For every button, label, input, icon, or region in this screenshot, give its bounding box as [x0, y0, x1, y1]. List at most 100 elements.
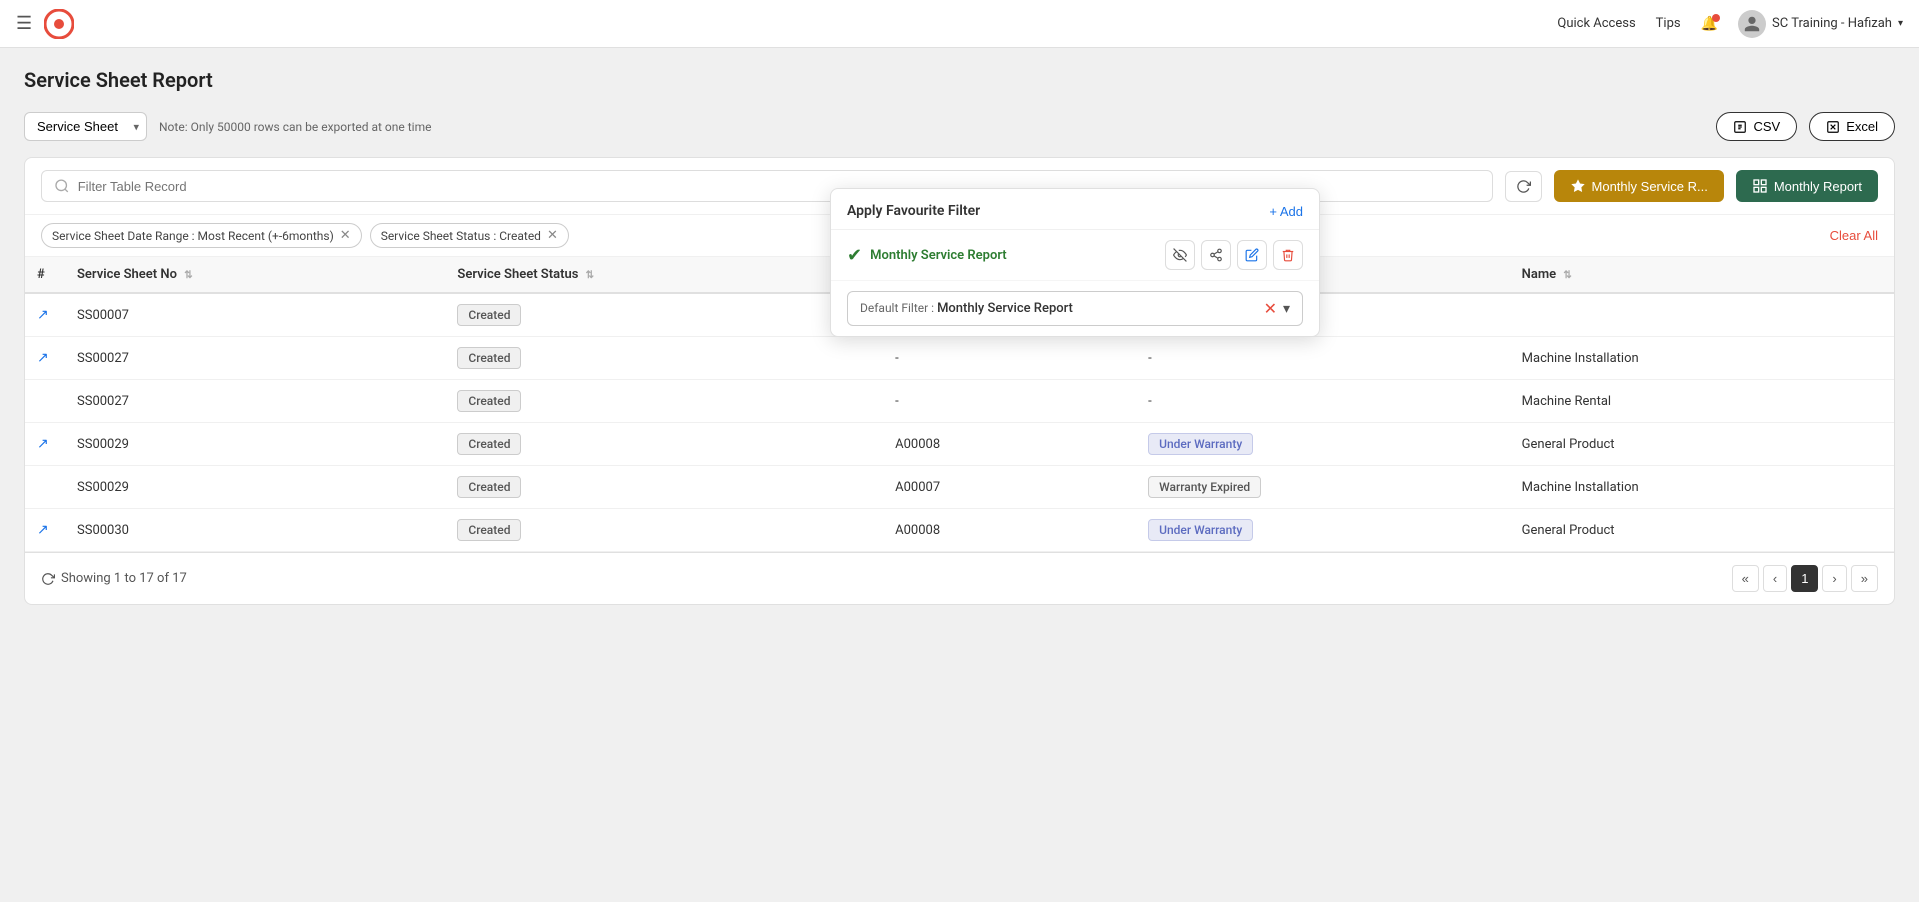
external-link-icon[interactable]: ↗ [37, 436, 49, 452]
row-status: Created [445, 509, 883, 552]
row-name: General Product [1510, 423, 1894, 466]
warranty-badge: Under Warranty [1148, 433, 1253, 455]
sort-status-icon[interactable]: ⇅ [586, 270, 594, 281]
prev-page-button[interactable]: ‹ [1763, 565, 1787, 592]
col-hash: # [25, 257, 65, 293]
table-footer: Showing 1 to 17 of 17 « ‹ 1 › » [25, 552, 1894, 604]
page-1-button[interactable]: 1 [1791, 565, 1818, 592]
note-text: Note: Only 50000 rows can be exported at… [159, 120, 1704, 134]
fav-popup-header: Apply Favourite Filter + Add [831, 189, 1319, 230]
default-filter-chevron-icon[interactable]: ▾ [1283, 301, 1290, 317]
row-warranty: - [1136, 380, 1510, 423]
external-link-icon[interactable]: ↗ [37, 350, 49, 366]
next-page-button[interactable]: › [1822, 565, 1846, 592]
row-status: Created [445, 337, 883, 380]
check-icon: ✔ [847, 245, 862, 266]
row-sheet-no: SS00029 [65, 466, 445, 509]
filter-status-remove[interactable]: ✕ [547, 228, 558, 243]
refresh-button[interactable] [1505, 171, 1542, 202]
fav-filter-popup: Apply Favourite Filter + Add ✔ Monthly S… [830, 188, 1320, 337]
monthly-report-button[interactable]: Monthly Report [1736, 170, 1878, 202]
sort-name-icon[interactable]: ⇅ [1563, 270, 1571, 281]
notification-dot [1712, 14, 1720, 22]
excel-icon [1826, 120, 1840, 134]
status-badge: Created [457, 519, 521, 541]
row-name [1510, 293, 1894, 337]
col-name: Name ⇅ [1510, 257, 1894, 293]
default-filter-row: Default Filter : Monthly Service Report … [831, 281, 1319, 336]
status-badge: Created [457, 433, 521, 455]
search-icon [54, 178, 70, 194]
external-link-icon[interactable]: ↗ [37, 307, 49, 323]
eye-off-icon [1173, 248, 1187, 262]
warranty-badge: Warranty Expired [1148, 476, 1261, 498]
default-filter-actions: ✕ ▾ [1264, 299, 1290, 318]
showing-text: Showing 1 to 17 of 17 [41, 571, 187, 586]
tips-link[interactable]: Tips [1656, 16, 1681, 31]
clear-default-filter-button[interactable]: ✕ [1264, 299, 1277, 318]
page-title: Service Sheet Report [24, 68, 1895, 92]
refresh-small-icon[interactable] [41, 572, 55, 586]
row-link: ↗ [25, 423, 65, 466]
first-page-button[interactable]: « [1732, 565, 1759, 592]
filter-tag-status: Service Sheet Status : Created ✕ [370, 223, 569, 248]
row-link: ↗ [25, 293, 65, 337]
row-link [25, 380, 65, 423]
sort-sheet-no-icon[interactable]: ⇅ [184, 270, 192, 281]
notification-bell[interactable]: 🔔 [1701, 16, 1718, 32]
row-link [25, 466, 65, 509]
user-menu[interactable]: SC Training - Hafizah ▾ [1738, 10, 1903, 38]
quick-access-link[interactable]: Quick Access [1557, 16, 1635, 31]
fav-filter-item: ✔ Monthly Service Report [831, 230, 1319, 281]
last-page-button[interactable]: » [1851, 565, 1878, 592]
row-sheet-no: SS00027 [65, 380, 445, 423]
clear-all-button[interactable]: Clear All [1830, 228, 1878, 243]
toolbar: Service Sheet Note: Only 50000 rows can … [24, 112, 1895, 141]
row-status: Created [445, 293, 883, 337]
hide-filter-button[interactable] [1165, 240, 1195, 270]
pagination: « ‹ 1 › » [1732, 565, 1878, 592]
row-sheet-no: SS00030 [65, 509, 445, 552]
row-status: Created [445, 380, 883, 423]
star-icon [1570, 178, 1586, 194]
filter-date-remove[interactable]: ✕ [340, 228, 351, 243]
delete-filter-button[interactable] [1273, 240, 1303, 270]
row-asset-no: - [883, 337, 1136, 380]
share-filter-button[interactable] [1201, 240, 1231, 270]
row-link: ↗ [25, 509, 65, 552]
excel-button[interactable]: Excel [1809, 112, 1895, 141]
status-badge: Created [457, 390, 521, 412]
csv-button[interactable]: CSV [1716, 112, 1797, 141]
table-row: SS00029 Created A00007 Warranty Expired … [25, 466, 1894, 509]
fav-filter-name: Monthly Service Report [870, 248, 1157, 263]
default-filter-box[interactable]: Default Filter : Monthly Service Report … [847, 291, 1303, 326]
row-sheet-no: SS00029 [65, 423, 445, 466]
filter-tag-date: Service Sheet Date Range : Most Recent (… [41, 223, 362, 248]
trash-icon [1281, 248, 1295, 262]
row-warranty: Under Warranty [1136, 509, 1510, 552]
row-warranty: Under Warranty [1136, 423, 1510, 466]
fav-popup-title: Apply Favourite Filter [847, 203, 980, 219]
add-filter-button[interactable]: + Add [1269, 204, 1303, 219]
hamburger-icon[interactable]: ☰ [16, 13, 32, 34]
edit-filter-button[interactable] [1237, 240, 1267, 270]
monthly-service-button[interactable]: Monthly Service R... [1554, 170, 1724, 202]
user-chevron-icon: ▾ [1898, 18, 1903, 29]
col-status: Service Sheet Status ⇅ [445, 257, 883, 293]
row-asset-no: A00007 [883, 466, 1136, 509]
default-filter-label: Default Filter : Monthly Service Report [860, 301, 1073, 316]
row-asset-no: A00008 [883, 423, 1136, 466]
row-asset-no: A00008 [883, 509, 1136, 552]
external-link-icon[interactable]: ↗ [37, 522, 49, 538]
row-link: ↗ [25, 337, 65, 380]
logo-icon [44, 9, 74, 39]
topnav: ☰ Quick Access Tips 🔔 SC Training - Hafi… [0, 0, 1919, 48]
page-container: Service Sheet Report Service Sheet Note:… [0, 48, 1919, 625]
warranty-badge: Under Warranty [1148, 519, 1253, 541]
report-type-dropdown[interactable]: Service Sheet [24, 112, 147, 141]
grid-icon [1752, 178, 1768, 194]
row-asset-no: - [883, 380, 1136, 423]
row-status: Created [445, 423, 883, 466]
row-sheet-no: SS00027 [65, 337, 445, 380]
status-badge: Created [457, 304, 521, 326]
